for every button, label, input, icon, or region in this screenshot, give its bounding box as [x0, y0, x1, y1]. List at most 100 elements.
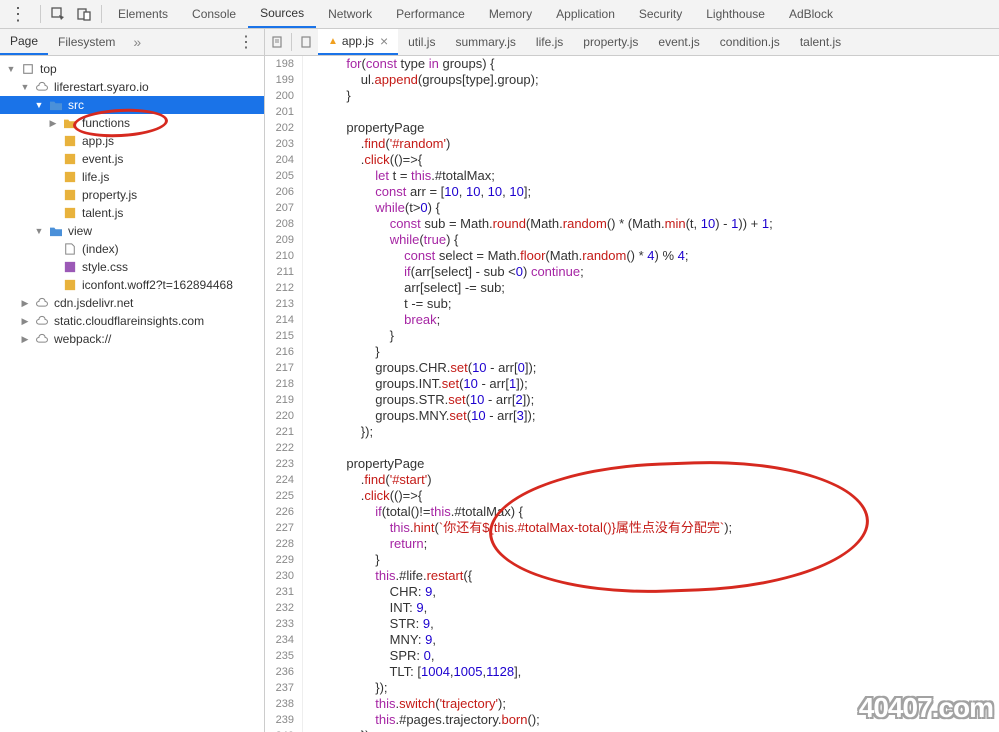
nav-history-icon[interactable] — [265, 35, 289, 49]
tree-node-label: src — [68, 98, 84, 112]
js-icon — [62, 206, 78, 220]
editor-tab[interactable]: event.js — [648, 29, 709, 55]
tree-node-label: static.cloudflareinsights.com — [54, 314, 204, 328]
editor-tab[interactable]: talent.js — [790, 29, 851, 55]
editor-tab-label: talent.js — [800, 35, 841, 49]
devtools-tab-memory[interactable]: Memory — [477, 0, 544, 28]
editor-tab-label: summary.js — [455, 35, 515, 49]
tree-node[interactable]: ▼ src — [0, 96, 264, 114]
editor-tab-label: app.js — [342, 34, 374, 48]
expand-arrow-icon[interactable]: ▶ — [20, 316, 30, 327]
css-icon — [62, 260, 78, 274]
kebab-menu-icon[interactable]: ⋮ — [0, 0, 36, 28]
expand-arrow-icon[interactable]: ▼ — [20, 82, 30, 92]
tree-node-label: webpack:// — [54, 332, 111, 346]
sidebar-tab-page[interactable]: Page — [0, 29, 48, 55]
editor-tab[interactable]: life.js — [526, 29, 573, 55]
editor-tab[interactable]: property.js — [573, 29, 648, 55]
expand-arrow-icon[interactable]: ▶ — [20, 298, 30, 309]
tree-node[interactable]: iconfont.woff2?t=162894468 — [0, 276, 264, 294]
sidebar-tab-filesystem[interactable]: Filesystem — [48, 29, 125, 55]
tree-node[interactable]: app.js — [0, 132, 264, 150]
cloud-icon — [34, 296, 50, 310]
tree-node-label: life.js — [82, 170, 109, 184]
close-icon[interactable]: × — [380, 33, 388, 49]
expand-arrow-icon[interactable]: ▼ — [34, 226, 44, 236]
tree-node[interactable]: talent.js — [0, 204, 264, 222]
file-tree[interactable]: ▼ top ▼ liferestart.syaro.io ▼ src ▶ functions a… — [0, 56, 264, 732]
tree-node[interactable]: life.js — [0, 168, 264, 186]
devtools-tab-network[interactable]: Network — [316, 0, 384, 28]
folder-icon — [48, 224, 64, 238]
file-icon — [62, 242, 78, 256]
tree-node[interactable]: ▶ static.cloudflareinsights.com — [0, 312, 264, 330]
devtools-tab-lighthouse[interactable]: Lighthouse — [694, 0, 777, 28]
devtools-tab-adblock[interactable]: AdBlock — [777, 0, 845, 28]
folder-y-icon — [62, 116, 78, 130]
expand-arrow-icon[interactable]: ▶ — [48, 118, 58, 129]
inspect-element-icon[interactable] — [45, 0, 71, 28]
divider — [40, 5, 41, 23]
device-toggle-icon[interactable] — [71, 0, 97, 28]
expand-arrow-icon[interactable]: ▼ — [34, 100, 44, 110]
cloud-icon — [34, 80, 50, 94]
divider — [291, 33, 292, 51]
tree-node-label: event.js — [82, 152, 123, 166]
divider — [101, 5, 102, 23]
tree-node-label: cdn.jsdelivr.net — [54, 296, 133, 310]
tree-node-label: app.js — [82, 134, 114, 148]
editor-tab[interactable]: ▲ app.js × — [318, 29, 398, 55]
tree-node-label: top — [40, 62, 57, 76]
editor-tab-label: condition.js — [720, 35, 780, 49]
editor-tab[interactable]: condition.js — [710, 29, 790, 55]
tree-node-label: style.css — [82, 260, 128, 274]
editor-tab-label: property.js — [583, 35, 638, 49]
tree-node-label: property.js — [82, 188, 137, 202]
editor-tab-label: event.js — [658, 35, 699, 49]
tree-node[interactable]: ▶ functions — [0, 114, 264, 132]
devtools-toolbar: ⋮ ElementsConsoleSourcesNetworkPerforman… — [0, 0, 999, 29]
tree-node[interactable]: ▶ cdn.jsdelivr.net — [0, 294, 264, 312]
tree-node-label: liferestart.syaro.io — [54, 80, 149, 94]
expand-arrow-icon[interactable]: ▶ — [20, 334, 30, 345]
editor-tabbar: ▲ app.js × util.js summary.js life.js property… — [265, 29, 999, 56]
editor-tab[interactable]: summary.js — [445, 29, 525, 55]
js-icon — [62, 278, 78, 292]
code-content[interactable]: for(const type in groups) { ul.append(gr… — [303, 56, 999, 732]
folder-icon — [48, 98, 64, 112]
tree-node[interactable]: ▼ view — [0, 222, 264, 240]
devtools-tab-security[interactable]: Security — [627, 0, 694, 28]
js-icon — [62, 152, 78, 166]
editor-tab-label: life.js — [536, 35, 563, 49]
devtools-tab-sources[interactable]: Sources — [248, 0, 316, 28]
js-icon — [62, 188, 78, 202]
warning-icon: ▲ — [328, 36, 338, 47]
sidebar-kebab-icon[interactable]: ⋮ — [228, 32, 264, 52]
js-icon — [62, 170, 78, 184]
tree-node[interactable]: event.js — [0, 150, 264, 168]
devtools-tab-console[interactable]: Console — [180, 0, 248, 28]
js-icon — [62, 134, 78, 148]
cloud-icon — [34, 332, 50, 346]
tree-node-label: (index) — [82, 242, 119, 256]
tree-node[interactable]: property.js — [0, 186, 264, 204]
tree-node[interactable]: style.css — [0, 258, 264, 276]
tree-node-label: functions — [82, 116, 130, 130]
tree-node[interactable]: (index) — [0, 240, 264, 258]
tree-node[interactable]: ▼ top — [0, 60, 264, 78]
line-gutter: 1981992002012022032042052062072082092102… — [265, 56, 303, 732]
tree-node[interactable]: ▼ liferestart.syaro.io — [0, 78, 264, 96]
tree-node[interactable]: ▶ webpack:// — [0, 330, 264, 348]
devtools-tab-elements[interactable]: Elements — [106, 0, 180, 28]
sidebar-tabbar: Page Filesystem » ⋮ — [0, 29, 264, 56]
editor-tab[interactable]: util.js — [398, 29, 445, 55]
file-info-icon[interactable] — [294, 35, 318, 49]
expand-arrow-icon[interactable]: ▼ — [6, 64, 16, 74]
tree-node-label: view — [68, 224, 92, 238]
devtools-tab-performance[interactable]: Performance — [384, 0, 477, 28]
code-editor[interactable]: 1981992002012022032042052062072082092102… — [265, 56, 999, 732]
sidebar-more-tabs[interactable]: » — [125, 34, 149, 50]
navigator-sidebar: Page Filesystem » ⋮ ▼ top ▼ liferestart.sya… — [0, 29, 265, 732]
devtools-tab-application[interactable]: Application — [544, 0, 627, 28]
tree-node-label: talent.js — [82, 206, 123, 220]
